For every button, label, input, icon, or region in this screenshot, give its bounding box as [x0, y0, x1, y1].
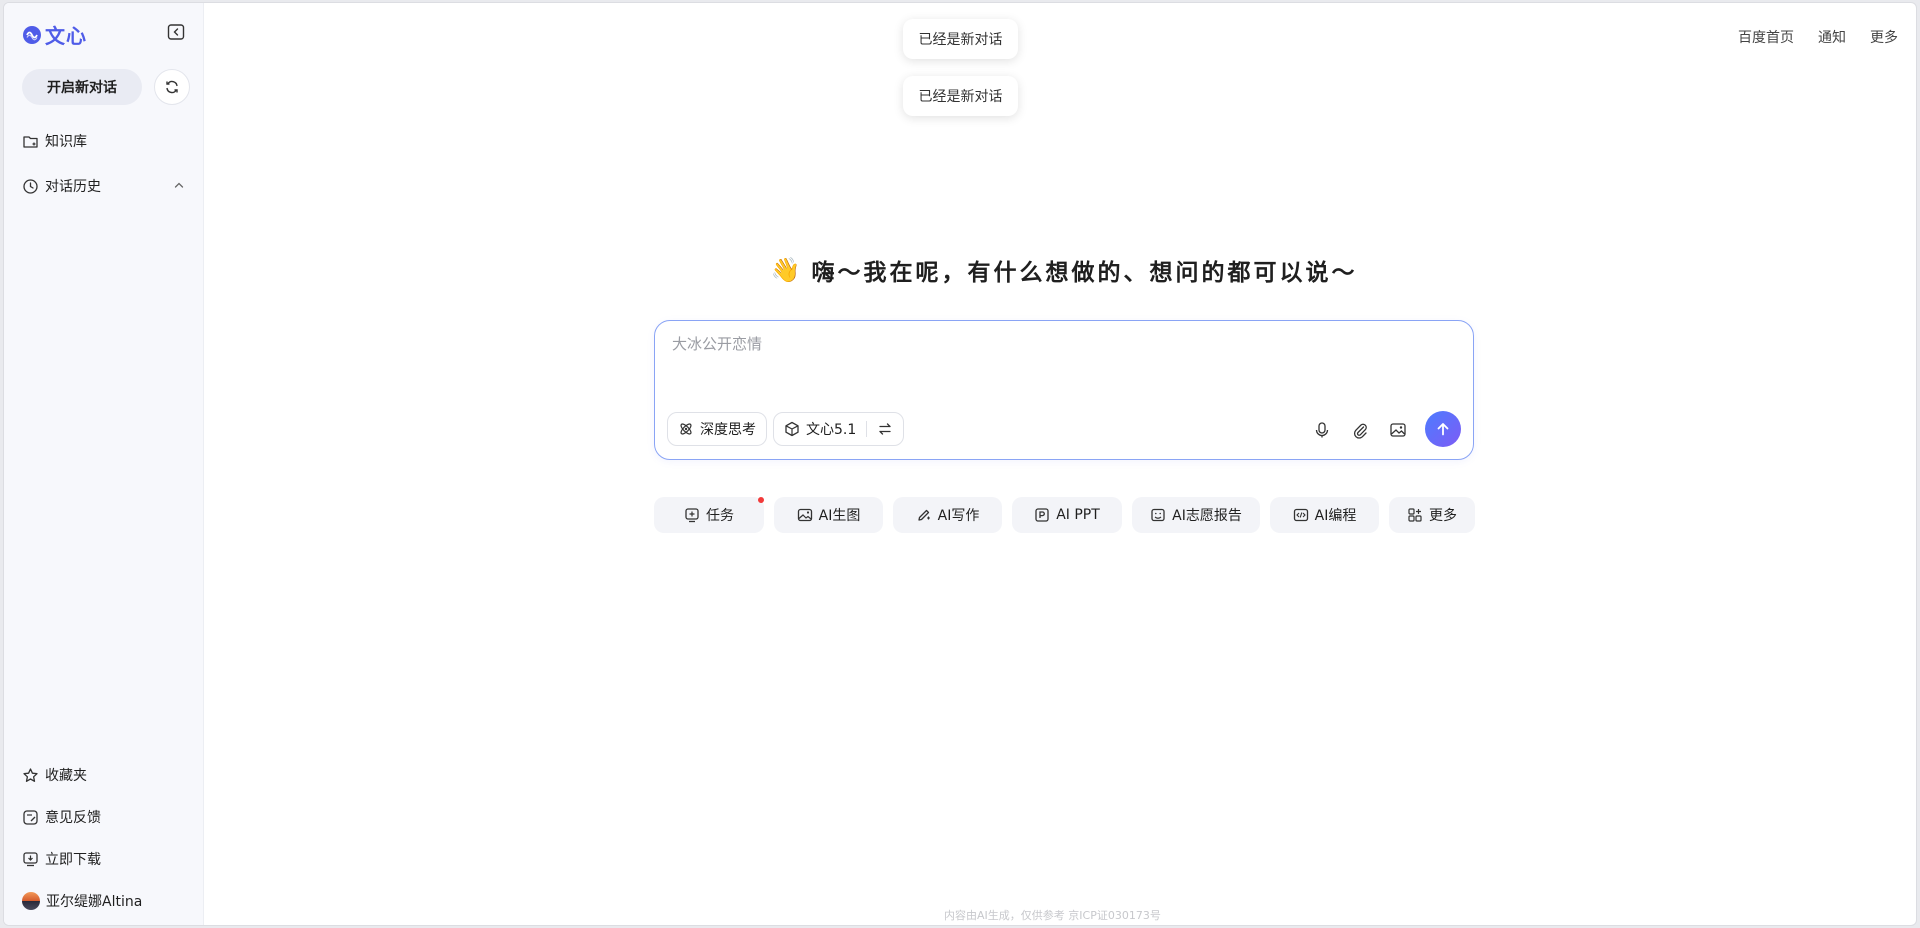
cube-icon [784, 421, 800, 437]
baidu-home-link[interactable]: 百度首页 [1738, 27, 1794, 47]
sidebar-item-label: 收藏夹 [45, 768, 87, 784]
sidebar-item-label: 知识库 [45, 134, 87, 150]
quick-action-ai-writing[interactable]: AI写作 [893, 497, 1002, 533]
toast-message: 已经是新对话 [903, 76, 1018, 116]
model-label: 文心5.1 [806, 422, 857, 438]
sidebar-item-knowledge-base[interactable]: 知识库 [22, 129, 192, 153]
sidebar-collapse-icon [167, 23, 185, 41]
logo-text: 文心 [45, 24, 87, 48]
task-icon [684, 507, 700, 523]
quick-action-ai-ppt[interactable]: AI PPT [1012, 497, 1122, 533]
deep-think-toggle[interactable]: 深度思考 [667, 412, 767, 446]
attach-file-button[interactable] [1350, 420, 1370, 440]
quick-action-label: AI编程 [1314, 508, 1357, 524]
sidebar-item-label: 对话历史 [45, 179, 101, 195]
image-icon [1389, 421, 1407, 439]
quick-action-ai-image[interactable]: AI生图 [774, 497, 883, 533]
sidebar-item-favorites[interactable]: 收藏夹 [22, 763, 192, 787]
notifications-link[interactable]: 通知 [1818, 27, 1846, 47]
image-gen-icon [797, 507, 813, 523]
model-selector[interactable]: 文心5.1 [773, 412, 905, 446]
refresh-icon [164, 79, 180, 95]
folder-icon [22, 133, 39, 150]
greeting-text: 嗨～我在呢，有什么想做的、想问的都可以说～ [811, 260, 1358, 286]
swap-icon[interactable] [877, 421, 893, 437]
upload-image-button[interactable] [1388, 420, 1408, 440]
avatar [22, 892, 40, 910]
user-name: 亚尔缇娜Altina [46, 894, 143, 910]
atom-icon [678, 421, 694, 437]
clock-icon [22, 178, 39, 195]
quick-action-task[interactable]: 任务 [654, 497, 764, 533]
sidebar-item-feedback[interactable]: 意见反馈 [22, 805, 192, 829]
quick-action-ai-coding[interactable]: AI编程 [1270, 497, 1379, 533]
divider [866, 421, 868, 437]
toast-message: 已经是新对话 [903, 19, 1018, 59]
sidebar-item-label: 立即下载 [45, 852, 101, 868]
ppt-icon [1034, 507, 1050, 523]
quick-action-ai-report[interactable]: AI志愿报告 [1132, 497, 1260, 533]
notification-badge [758, 497, 764, 503]
deep-think-label: 深度思考 [700, 422, 756, 438]
app-window: 文心 开启新对话 知识库 对话历史 收藏夹 意见反馈 立即下载 亚尔缇娜Alti… [3, 2, 1917, 926]
paperclip-icon [1351, 421, 1369, 439]
new-chat-button[interactable]: 开启新对话 [22, 69, 142, 105]
chat-input[interactable] [672, 333, 1452, 393]
quick-action-label: AI写作 [937, 508, 980, 524]
grid-plus-icon [1407, 507, 1423, 523]
send-button[interactable] [1425, 411, 1461, 447]
report-icon [1150, 507, 1166, 523]
sidebar-item-download[interactable]: 立即下载 [22, 847, 192, 871]
sidebar-item-chat-history[interactable]: 对话历史 [22, 174, 192, 198]
code-icon [1293, 507, 1309, 523]
arrow-up-icon [1434, 420, 1452, 438]
collapse-sidebar-button[interactable] [166, 22, 186, 42]
quick-action-label: 任务 [706, 508, 734, 524]
quick-action-more[interactable]: 更多 [1389, 497, 1475, 533]
waving-hand-icon: 👋 [770, 256, 804, 284]
star-icon [22, 767, 39, 784]
logo[interactable]: 文心 [22, 20, 87, 49]
chat-input-box: 深度思考 文心5.1 [654, 320, 1474, 460]
microphone-icon [1313, 421, 1331, 439]
sidebar-item-label: 意见反馈 [45, 810, 101, 826]
footer-disclaimer: 内容由AI生成，仅供参考 京ICP证030173号 [944, 909, 1161, 922]
download-icon [22, 851, 39, 868]
chevron-up-icon[interactable] [172, 178, 186, 192]
wenxin-logo-icon [22, 25, 42, 45]
quick-action-label: AI PPT [1056, 507, 1100, 523]
new-chat-refresh-button[interactable] [154, 69, 190, 105]
feedback-icon [22, 809, 39, 826]
quick-action-label: AI生图 [818, 508, 861, 524]
more-link[interactable]: 更多 [1870, 27, 1898, 47]
user-profile[interactable]: 亚尔缇娜Altina [22, 889, 192, 913]
quick-action-label: AI志愿报告 [1172, 508, 1242, 524]
voice-input-button[interactable] [1312, 420, 1332, 440]
quick-actions: 任务 AI生图 AI写作 AI PPT AI志愿报告 AI编程 更多 [654, 497, 1475, 533]
greeting: 👋 嗨～我在呢，有什么想做的、想问的都可以说～ [764, 253, 1364, 287]
pen-icon [916, 507, 932, 523]
sidebar: 文心 开启新对话 知识库 对话历史 收藏夹 意见反馈 立即下载 亚尔缇娜Alti… [4, 3, 204, 925]
header-links: 百度首页 通知 更多 [1738, 27, 1898, 47]
quick-action-label: 更多 [1429, 508, 1457, 524]
